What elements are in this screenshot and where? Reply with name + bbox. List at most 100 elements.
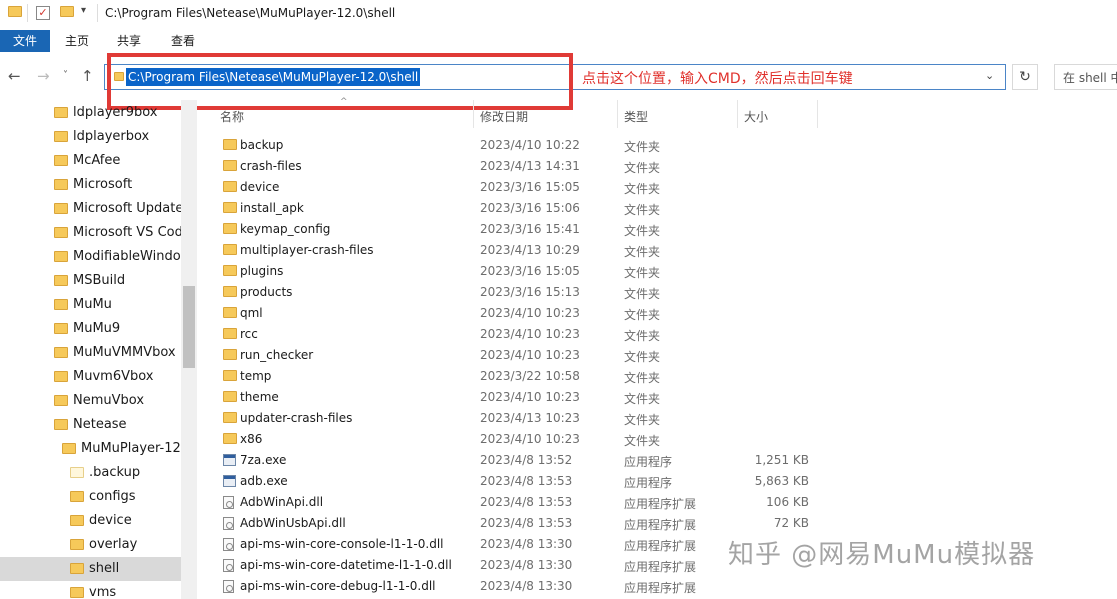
- file-row[interactable]: multiplayer-crash-files 2023/4/13 10:29 文件…: [215, 240, 815, 261]
- file-row[interactable]: AdbWinApi.dll 2023/4/8 13:53 应用程序扩展 106 KB: [215, 492, 815, 513]
- file-type: 应用程序扩展: [624, 539, 697, 553]
- file-name: temp: [240, 369, 272, 383]
- nav-item[interactable]: ModifiableWindow: [0, 245, 191, 269]
- folder-icon: [223, 265, 237, 276]
- file-date: 2023/3/16 15:05: [480, 264, 580, 278]
- file-name: api-ms-win-core-console-l1-1-0.dll: [240, 537, 444, 551]
- nav-item[interactable]: Muvm6Vbox: [0, 365, 181, 389]
- file-row[interactable]: 7za.exe 2023/4/8 13:52 应用程序 1,251 KB: [215, 450, 815, 471]
- nav-item[interactable]: configs: [0, 485, 181, 509]
- nav-item[interactable]: Microsoft VS Code: [0, 221, 191, 245]
- file-row[interactable]: crash-files 2023/4/13 14:31 文件夹: [215, 156, 815, 177]
- forward-arrow-icon[interactable]: →: [37, 67, 50, 85]
- file-name: qml: [240, 306, 263, 320]
- file-row[interactable]: updater-crash-files 2023/4/13 10:23 文件夹: [215, 408, 815, 429]
- file-type: 应用程序扩展: [624, 581, 697, 595]
- nav-item-label: Microsoft: [73, 177, 133, 192]
- folder-icon: [54, 155, 68, 166]
- file-type: 应用程序扩展: [624, 560, 697, 574]
- address-dropdown-icon[interactable]: ⌄: [985, 69, 994, 82]
- sort-indicator-icon: ^: [340, 97, 348, 107]
- file-date: 2023/4/10 10:23: [480, 390, 580, 404]
- recent-locations-chevron-icon[interactable]: ˅: [63, 70, 68, 81]
- tab-file[interactable]: 文件: [0, 30, 50, 52]
- file-row[interactable]: api-ms-win-core-debug-l1-1-0.dll 2023/4/8…: [215, 576, 815, 597]
- nav-item-label: MuMu9: [73, 321, 121, 336]
- nav-item[interactable]: MuMu9: [0, 317, 181, 341]
- nav-item-label: configs: [89, 489, 136, 504]
- file-row[interactable]: device 2023/3/16 15:05 文件夹: [215, 177, 815, 198]
- file-row[interactable]: x86 2023/4/10 10:23 文件夹: [215, 429, 815, 450]
- file-row[interactable]: rcc 2023/4/10 10:23 文件夹: [215, 324, 815, 345]
- file-row[interactable]: api-ms-win-core-console-l1-1-0.dll 2023/4…: [215, 534, 815, 555]
- window-title: C:\Program Files\Netease\MuMuPlayer-12.0…: [105, 6, 396, 20]
- exe-icon: [223, 454, 236, 466]
- folder-icon: [54, 395, 68, 406]
- nav-item[interactable]: Netease: [0, 413, 181, 437]
- nav-item[interactable]: device: [0, 509, 181, 533]
- column-header-name[interactable]: 名称: [220, 108, 244, 125]
- column-header-size[interactable]: 大小: [744, 108, 768, 125]
- folder-icon: [54, 299, 68, 310]
- file-name: crash-files: [240, 159, 302, 173]
- nav-item[interactable]: McAfee: [0, 149, 181, 173]
- tab-view[interactable]: 查看: [160, 30, 206, 52]
- file-date: 2023/4/10 10:23: [480, 348, 580, 362]
- nav-item[interactable]: ldplayer9box: [0, 101, 181, 125]
- column-header-modified[interactable]: 修改日期: [480, 108, 528, 125]
- file-row[interactable]: temp 2023/3/22 10:58 文件夹: [215, 366, 815, 387]
- file-row[interactable]: qml 2023/4/10 10:23 文件夹: [215, 303, 815, 324]
- nav-item-label: shell: [89, 561, 120, 576]
- column-header-type[interactable]: 类型: [624, 108, 648, 125]
- folder-icon: [223, 223, 237, 234]
- tab-home[interactable]: 主页: [54, 30, 100, 52]
- folder-icon: [223, 370, 237, 381]
- tab-share[interactable]: 共享: [106, 30, 152, 52]
- nav-item[interactable]: .backup: [0, 461, 181, 485]
- file-row[interactable]: plugins 2023/3/16 15:05 文件夹: [215, 261, 815, 282]
- file-date: 2023/4/8 13:52: [480, 453, 573, 467]
- nav-item[interactable]: Microsoft Update: [0, 197, 184, 221]
- file-row[interactable]: run_checker 2023/4/10 10:23 文件夹: [215, 345, 815, 366]
- nav-scrollbar-thumb[interactable]: [183, 286, 195, 368]
- folder-icon: [54, 251, 68, 262]
- file-row[interactable]: products 2023/3/16 15:13 文件夹: [215, 282, 815, 303]
- folder-icon: [54, 131, 68, 142]
- folder-icon: [223, 391, 237, 402]
- folder-icon: [70, 467, 84, 478]
- folder-icon: [70, 491, 84, 502]
- navigation-pane[interactable]: ldplayer9box ldplayerbox McAfee Microsoft Mi…: [0, 100, 197, 599]
- nav-item[interactable]: ldplayerbox: [0, 125, 181, 149]
- file-name: multiplayer-crash-files: [240, 243, 374, 257]
- quick-access-dropdown-icon[interactable]: ▾: [81, 5, 86, 16]
- nav-item-label: ldplayer9box: [73, 105, 158, 120]
- nav-item[interactable]: MuMuPlayer-12.0: [0, 437, 193, 461]
- folder-icon: [54, 347, 68, 358]
- up-arrow-icon[interactable]: ↑: [81, 67, 94, 85]
- folder-icon: [54, 179, 68, 190]
- file-row[interactable]: api-ms-win-core-datetime-l1-1-0.dll 2023/…: [215, 555, 815, 576]
- nav-item[interactable]: MuMu: [0, 293, 181, 317]
- file-name: adb.exe: [240, 474, 288, 488]
- back-arrow-icon[interactable]: ←: [8, 67, 21, 85]
- nav-item[interactable]: MuMuVMMVbox: [0, 341, 181, 365]
- file-date: 2023/4/8 13:30: [480, 537, 573, 551]
- nav-item[interactable]: shell: [0, 557, 181, 581]
- file-name: plugins: [240, 264, 284, 278]
- nav-item[interactable]: MSBuild: [0, 269, 181, 293]
- nav-item-label: Microsoft Update: [73, 201, 184, 216]
- nav-item[interactable]: overlay: [0, 533, 181, 557]
- file-date: 2023/4/8 13:30: [480, 558, 573, 572]
- file-row[interactable]: theme 2023/4/10 10:23 文件夹: [215, 387, 815, 408]
- file-row[interactable]: backup 2023/4/10 10:22 文件夹: [215, 135, 815, 156]
- new-folder-icon[interactable]: [60, 6, 74, 20]
- refresh-icon[interactable]: ↻: [1012, 64, 1038, 90]
- file-row[interactable]: AdbWinUsbApi.dll 2023/4/8 13:53 应用程序扩展 72 K…: [215, 513, 815, 534]
- file-row[interactable]: install_apk 2023/3/16 15:06 文件夹: [215, 198, 815, 219]
- nav-item[interactable]: vms: [0, 581, 181, 599]
- nav-item[interactable]: Microsoft: [0, 173, 181, 197]
- file-row[interactable]: adb.exe 2023/4/8 13:53 应用程序 5,863 KB: [215, 471, 815, 492]
- nav-item[interactable]: NemuVbox: [0, 389, 181, 413]
- file-row[interactable]: keymap_config 2023/3/16 15:41 文件夹: [215, 219, 815, 240]
- properties-icon[interactable]: ✓: [36, 6, 50, 20]
